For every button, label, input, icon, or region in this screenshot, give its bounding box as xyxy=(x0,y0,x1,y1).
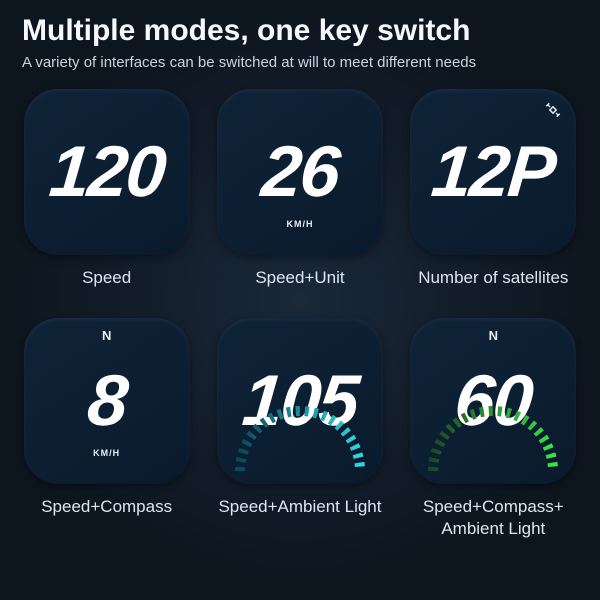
mode-card-speed-compass-ambient: N 60 xyxy=(410,318,576,484)
mode-card-satellites: 12P xyxy=(410,89,576,255)
mode-card-speed-unit: 26 KM/H xyxy=(217,89,383,255)
digit-display: 26 xyxy=(259,136,341,208)
mode-card-speed-compass: N 8 KM/H xyxy=(24,318,190,484)
unit-label: KM/H xyxy=(93,448,120,458)
page-title: Multiple modes, one key switch xyxy=(22,14,578,48)
ambient-arc-icon xyxy=(220,391,380,484)
mode-label: Speed+Ambient Light xyxy=(218,496,381,517)
mode-label: Speed+Compass xyxy=(41,496,172,517)
modes-grid: 120 Speed 26 KM/H Speed+Unit xyxy=(22,89,578,539)
satellite-icon xyxy=(544,101,562,124)
unit-label: KM/H xyxy=(286,219,313,229)
mode-card-speed-ambient: 105 xyxy=(217,318,383,484)
digit-display: 120 xyxy=(46,136,166,208)
mode-label: Speed+Unit xyxy=(255,267,344,288)
page-subtitle: A variety of interfaces can be switched … xyxy=(22,54,578,71)
mode-label: Speed+Compass+Ambient Light xyxy=(423,496,564,539)
ambient-arc-icon xyxy=(413,391,573,484)
mode-label: Speed xyxy=(82,267,131,288)
digit-display: 8 xyxy=(84,365,128,437)
compass-indicator: N xyxy=(489,328,498,343)
digit-display: 12P xyxy=(429,136,557,208)
mode-label: Number of satellites xyxy=(418,267,568,288)
compass-indicator: N xyxy=(102,328,111,343)
mode-card-speed: 120 xyxy=(24,89,190,255)
